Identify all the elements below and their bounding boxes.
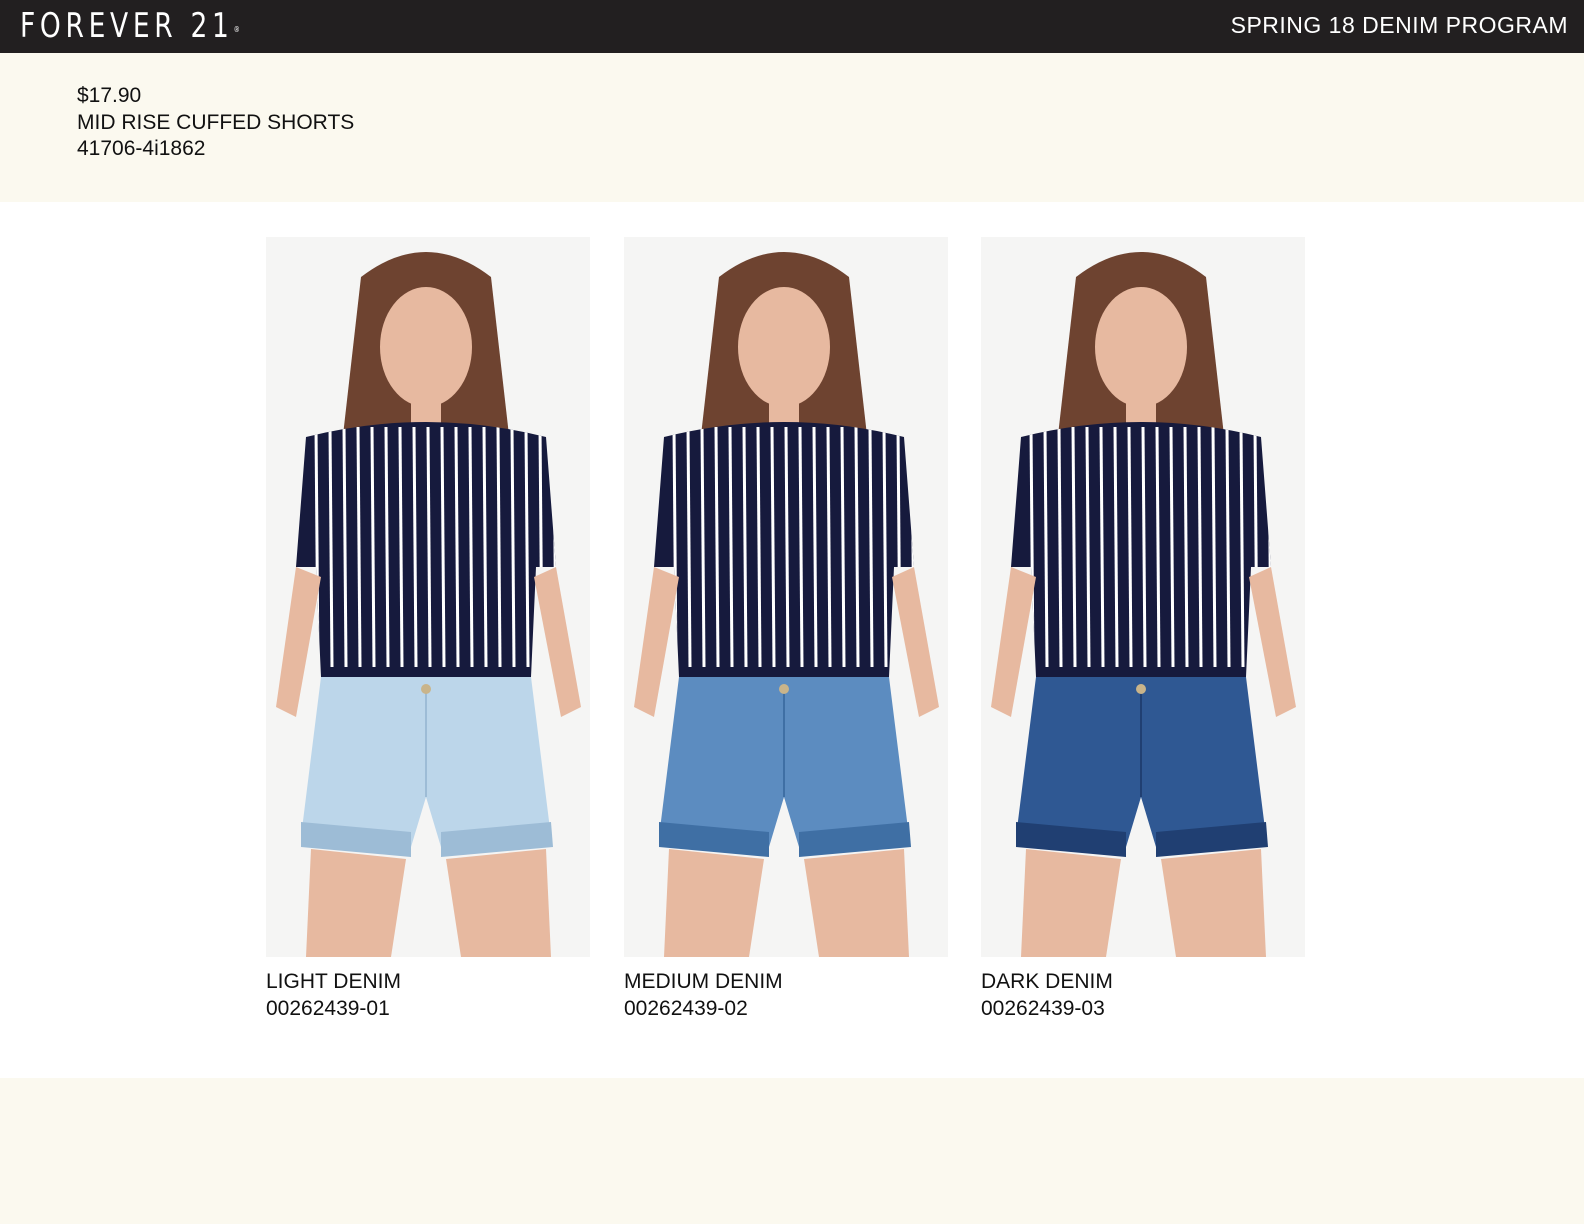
colorway-label: LIGHT DENIM: [266, 970, 401, 993]
product-photo: [981, 237, 1305, 957]
colorway-card-light: LIGHT DENIM 00262439-01: [266, 237, 590, 1022]
registered-mark: ®: [233, 25, 240, 34]
colorway-caption: LIGHT DENIM 00262439-01: [266, 969, 590, 1022]
colorway-card-medium: MEDIUM DENIM 00262439-02: [624, 237, 948, 1022]
footer-band: [0, 1078, 1584, 1224]
colorway-card-dark: DARK DENIM 00262439-03: [981, 237, 1305, 1022]
header-bar: FOREVER 21® SPRING 18 DENIM PROGRAM: [0, 0, 1584, 53]
colorway-code: 00262439-02: [624, 996, 748, 1020]
colorway-caption: MEDIUM DENIM 00262439-02: [624, 969, 948, 1022]
colorway-caption: DARK DENIM 00262439-03: [981, 969, 1305, 1022]
product-info-band: $17.90 MID RISE CUFFED SHORTS 41706-4i18…: [0, 53, 1584, 202]
product-style-number: 41706-4i1862: [77, 137, 206, 160]
product-photo: [266, 237, 590, 957]
brand-name: FOREVER 21: [20, 6, 234, 46]
product-info: $17.90 MID RISE CUFFED SHORTS 41706-4i18…: [77, 83, 354, 163]
program-title: SPRING 18 DENIM PROGRAM: [1230, 12, 1568, 38]
colorway-code: 00262439-01: [266, 996, 390, 1020]
colorway-label: DARK DENIM: [981, 970, 1113, 993]
product-photo: [624, 237, 948, 957]
product-price: $17.90: [77, 84, 142, 107]
colorway-label: MEDIUM DENIM: [624, 970, 783, 993]
colorway-code: 00262439-03: [981, 996, 1105, 1020]
brand-logo: FOREVER 21®: [20, 6, 240, 46]
product-name: MID RISE CUFFED SHORTS: [77, 110, 355, 134]
